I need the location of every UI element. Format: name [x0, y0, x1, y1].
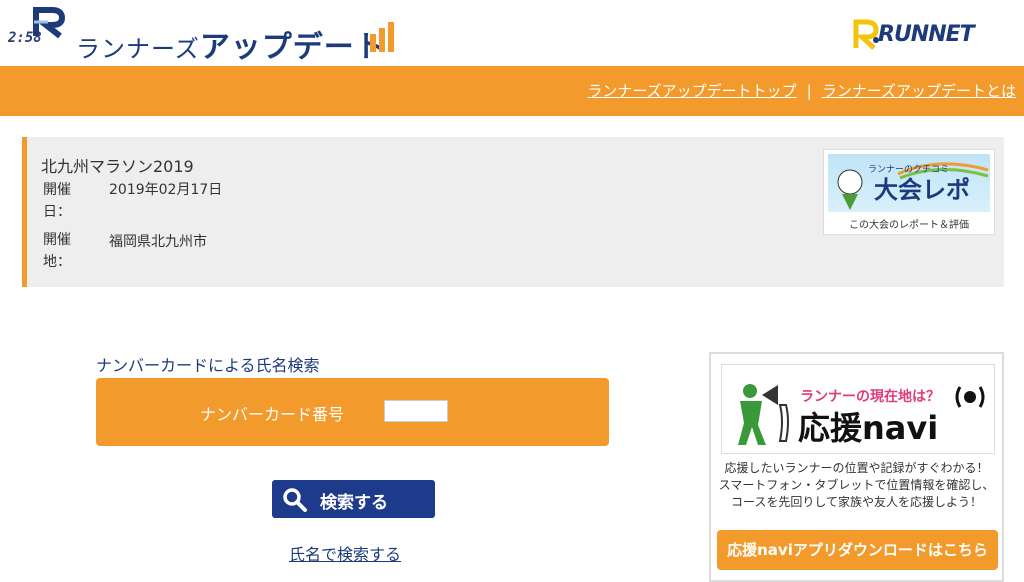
navi-desc-line3: コースを先回りして家族や友人を応援しよう！	[730, 495, 983, 509]
logo-r-icon[interactable]	[28, 6, 68, 40]
cheer-navi-banner[interactable]: ランナーの現在地は？ 応援navi	[721, 364, 995, 454]
race-report-banner[interactable]: ランナーのクチコミ 大会レポ この大会のレポート＆評価	[823, 149, 995, 235]
logo-title-big: アップデート	[199, 30, 386, 65]
navi-title: 応援navi	[798, 409, 938, 447]
navi-description: 応援したいランナーの位置や記録がすぐわかる！ スマートフォン・タブレットで位置情…	[713, 460, 1000, 511]
date-label: 開催日：	[43, 182, 71, 220]
number-card-input[interactable]	[384, 400, 448, 422]
number-card-label: ナンバーカード番号	[200, 405, 345, 424]
cheer-navi-panel: ランナーの現在地は？ 応援navi 応援したいランナーの位置や記録がすぐわかる！…	[709, 352, 1004, 582]
nav-about-link[interactable]: ランナーズアップデートとは	[822, 82, 1016, 100]
race-report-image: ランナーのクチコミ 大会レポ	[828, 154, 990, 212]
search-button[interactable]: 検索する	[272, 480, 435, 518]
event-title: 北九州マラソン2019	[41, 157, 194, 176]
race-report-caption: この大会のレポート＆評価	[849, 220, 969, 231]
event-info-panel: 北九州マラソン2019 開催日： 2019年02月17日 開催地： 福岡県北九州…	[22, 137, 1004, 287]
search-button-label: 検索する	[320, 493, 388, 513]
navi-download-button[interactable]: 応援naviアプリダウンロードはこちら	[717, 530, 998, 570]
logo-bars-icon	[370, 22, 394, 52]
runnet-logo-icon[interactable]	[852, 18, 880, 50]
navi-desc-line1: 応援したいランナーの位置や記録がすぐわかる！	[724, 461, 989, 475]
runnet-logo-text[interactable]: RUNNET	[878, 22, 975, 47]
search-icon	[283, 488, 307, 512]
place-value: 福岡県北九州市	[109, 234, 207, 250]
navi-tagline: ランナーの現在地は？	[800, 388, 940, 405]
number-search-form: ナンバーカード番号	[96, 378, 609, 446]
cheer-navi-logo: ランナーの現在地は？ 応援navi	[738, 384, 985, 447]
report-title: 大会レポ	[874, 176, 970, 204]
top-nav: ランナーズアップデートトップ | ランナーズアップデートとは	[587, 80, 1016, 101]
site-header: 2:58 ランナーズアップデート RUNNET	[0, 0, 1024, 66]
report-tag: ランナーのクチコミ	[868, 164, 949, 174]
logo-title-small: ランナーズ	[76, 35, 200, 63]
runner-mascot-icon: ランナーのクチコミ 大会レポ	[837, 162, 989, 210]
name-search-link[interactable]: 氏名で検索する	[289, 541, 401, 565]
site-logo-title[interactable]: ランナーズアップデート	[76, 22, 386, 66]
nav-top-link[interactable]: ランナーズアップデートトップ	[587, 82, 796, 100]
date-value: 2019年02月17日	[109, 182, 223, 198]
place-label: 開催地：	[43, 232, 71, 270]
nav-separator: |	[806, 82, 812, 100]
search-heading: ナンバーカードによる氏名検索	[96, 356, 320, 375]
navi-desc-line2: スマートフォン・タブレットで位置情報を確認し、	[718, 478, 995, 492]
